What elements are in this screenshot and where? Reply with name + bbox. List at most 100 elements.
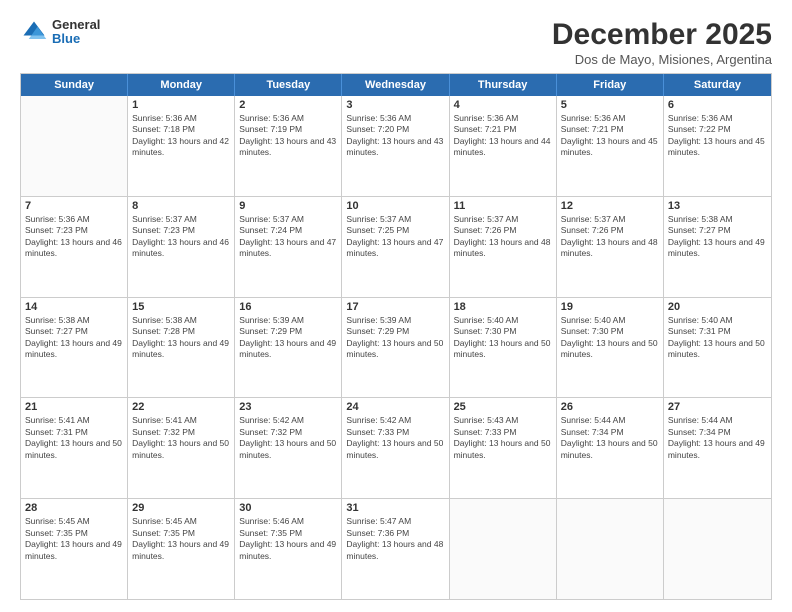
cell-info: Sunrise: 5:36 AMSunset: 7:22 PMDaylight:…: [668, 113, 767, 159]
day-number: 19: [561, 301, 659, 313]
cell-info: Sunrise: 5:39 AMSunset: 7:29 PMDaylight:…: [239, 315, 337, 361]
cell-info: Sunrise: 5:41 AMSunset: 7:32 PMDaylight:…: [132, 415, 230, 461]
calendar-cell: 7 Sunrise: 5:36 AMSunset: 7:23 PMDaylight…: [21, 197, 128, 297]
cell-info: Sunrise: 5:36 AMSunset: 7:19 PMDaylight:…: [239, 113, 337, 159]
day-number: 29: [132, 502, 230, 514]
day-number: 24: [346, 401, 444, 413]
calendar-cell: 29 Sunrise: 5:45 AMSunset: 7:35 PMDayligh…: [128, 499, 235, 599]
calendar: SundayMondayTuesdayWednesdayThursdayFrid…: [20, 73, 772, 600]
logo-general-text: General: [52, 18, 100, 32]
cell-info: Sunrise: 5:42 AMSunset: 7:33 PMDaylight:…: [346, 415, 444, 461]
cell-info: Sunrise: 5:38 AMSunset: 7:27 PMDaylight:…: [668, 214, 767, 260]
calendar-cell: 4 Sunrise: 5:36 AMSunset: 7:21 PMDaylight…: [450, 96, 557, 196]
calendar-day-header: Sunday: [21, 74, 128, 96]
calendar-cell: [557, 499, 664, 599]
cell-info: Sunrise: 5:47 AMSunset: 7:36 PMDaylight:…: [346, 516, 444, 562]
day-number: 10: [346, 200, 444, 212]
calendar-week-row: 14Sunrise: 5:38 AMSunset: 7:27 PMDayligh…: [21, 298, 771, 399]
day-number: 30: [239, 502, 337, 514]
cell-info: Sunrise: 5:46 AMSunset: 7:35 PMDaylight:…: [239, 516, 337, 562]
day-number: 15: [132, 301, 230, 313]
day-number: 3: [346, 99, 444, 111]
calendar-cell: [21, 96, 128, 196]
day-number: 21: [25, 401, 123, 413]
subtitle: Dos de Mayo, Misiones, Argentina: [552, 52, 772, 67]
cell-info: Sunrise: 5:36 AMSunset: 7:18 PMDaylight:…: [132, 113, 230, 159]
cell-info: Sunrise: 5:40 AMSunset: 7:30 PMDaylight:…: [561, 315, 659, 361]
title-block: December 2025 Dos de Mayo, Misiones, Arg…: [552, 18, 772, 67]
calendar-cell: 6 Sunrise: 5:36 AMSunset: 7:22 PMDaylight…: [664, 96, 771, 196]
logo-icon: [20, 18, 48, 46]
calendar-cell: [450, 499, 557, 599]
day-number: 26: [561, 401, 659, 413]
calendar-cell: 21Sunrise: 5:41 AMSunset: 7:31 PMDayligh…: [21, 398, 128, 498]
calendar-cell: 22Sunrise: 5:41 AMSunset: 7:32 PMDayligh…: [128, 398, 235, 498]
day-number: 7: [25, 200, 123, 212]
cell-info: Sunrise: 5:36 AMSunset: 7:21 PMDaylight:…: [561, 113, 659, 159]
cell-info: Sunrise: 5:45 AMSunset: 7:35 PMDaylight:…: [132, 516, 230, 562]
calendar-cell: 13Sunrise: 5:38 AMSunset: 7:27 PMDayligh…: [664, 197, 771, 297]
cell-info: Sunrise: 5:37 AMSunset: 7:26 PMDaylight:…: [561, 214, 659, 260]
calendar-cell: 2 Sunrise: 5:36 AMSunset: 7:19 PMDaylight…: [235, 96, 342, 196]
calendar-cell: 20Sunrise: 5:40 AMSunset: 7:31 PMDayligh…: [664, 298, 771, 398]
calendar-cell: 17Sunrise: 5:39 AMSunset: 7:29 PMDayligh…: [342, 298, 449, 398]
calendar-cell: 10 Sunrise: 5:37 AMSunset: 7:25 PMDayligh…: [342, 197, 449, 297]
day-number: 1: [132, 99, 230, 111]
calendar-cell: [664, 499, 771, 599]
cell-info: Sunrise: 5:38 AMSunset: 7:28 PMDaylight:…: [132, 315, 230, 361]
calendar-week-row: 21Sunrise: 5:41 AMSunset: 7:31 PMDayligh…: [21, 398, 771, 499]
logo-text: General Blue: [52, 18, 100, 47]
calendar-day-header: Monday: [128, 74, 235, 96]
cell-info: Sunrise: 5:37 AMSunset: 7:26 PMDaylight:…: [454, 214, 552, 260]
calendar-cell: 3 Sunrise: 5:36 AMSunset: 7:20 PMDaylight…: [342, 96, 449, 196]
calendar-cell: 16Sunrise: 5:39 AMSunset: 7:29 PMDayligh…: [235, 298, 342, 398]
calendar-cell: 5Sunrise: 5:36 AMSunset: 7:21 PMDaylight…: [557, 96, 664, 196]
calendar-header-row: SundayMondayTuesdayWednesdayThursdayFrid…: [21, 74, 771, 96]
cell-info: Sunrise: 5:43 AMSunset: 7:33 PMDaylight:…: [454, 415, 552, 461]
day-number: 11: [454, 200, 552, 212]
day-number: 4: [454, 99, 552, 111]
calendar-day-header: Wednesday: [342, 74, 449, 96]
cell-info: Sunrise: 5:37 AMSunset: 7:25 PMDaylight:…: [346, 214, 444, 260]
day-number: 23: [239, 401, 337, 413]
calendar-cell: 12 Sunrise: 5:37 AMSunset: 7:26 PMDayligh…: [557, 197, 664, 297]
cell-info: Sunrise: 5:37 AMSunset: 7:24 PMDaylight:…: [239, 214, 337, 260]
calendar-cell: 23Sunrise: 5:42 AMSunset: 7:32 PMDayligh…: [235, 398, 342, 498]
day-number: 2: [239, 99, 337, 111]
day-number: 18: [454, 301, 552, 313]
day-number: 25: [454, 401, 552, 413]
calendar-body: 1 Sunrise: 5:36 AMSunset: 7:18 PMDaylight…: [21, 96, 771, 599]
cell-info: Sunrise: 5:36 AMSunset: 7:20 PMDaylight:…: [346, 113, 444, 159]
page: General Blue December 2025 Dos de Mayo, …: [0, 0, 792, 612]
cell-info: Sunrise: 5:39 AMSunset: 7:29 PMDaylight:…: [346, 315, 444, 361]
calendar-cell: 8Sunrise: 5:37 AMSunset: 7:23 PMDaylight…: [128, 197, 235, 297]
calendar-cell: 18Sunrise: 5:40 AMSunset: 7:30 PMDayligh…: [450, 298, 557, 398]
day-number: 6: [668, 99, 767, 111]
day-number: 28: [25, 502, 123, 514]
calendar-week-row: 7 Sunrise: 5:36 AMSunset: 7:23 PMDaylight…: [21, 197, 771, 298]
day-number: 14: [25, 301, 123, 313]
cell-info: Sunrise: 5:36 AMSunset: 7:23 PMDaylight:…: [25, 214, 123, 260]
cell-info: Sunrise: 5:44 AMSunset: 7:34 PMDaylight:…: [561, 415, 659, 461]
calendar-day-header: Tuesday: [235, 74, 342, 96]
calendar-cell: 24 Sunrise: 5:42 AMSunset: 7:33 PMDayligh…: [342, 398, 449, 498]
logo: General Blue: [20, 18, 100, 47]
cell-info: Sunrise: 5:37 AMSunset: 7:23 PMDaylight:…: [132, 214, 230, 260]
cell-info: Sunrise: 5:45 AMSunset: 7:35 PMDaylight:…: [25, 516, 123, 562]
day-number: 9: [239, 200, 337, 212]
logo-blue-text: Blue: [52, 32, 100, 46]
cell-info: Sunrise: 5:36 AMSunset: 7:21 PMDaylight:…: [454, 113, 552, 159]
cell-info: Sunrise: 5:44 AMSunset: 7:34 PMDaylight:…: [668, 415, 767, 461]
calendar-cell: 30 Sunrise: 5:46 AMSunset: 7:35 PMDayligh…: [235, 499, 342, 599]
calendar-day-header: Saturday: [664, 74, 771, 96]
calendar-cell: 1 Sunrise: 5:36 AMSunset: 7:18 PMDaylight…: [128, 96, 235, 196]
day-number: 20: [668, 301, 767, 313]
day-number: 12: [561, 200, 659, 212]
calendar-week-row: 1 Sunrise: 5:36 AMSunset: 7:18 PMDaylight…: [21, 96, 771, 197]
calendar-cell: 14Sunrise: 5:38 AMSunset: 7:27 PMDayligh…: [21, 298, 128, 398]
calendar-week-row: 28 Sunrise: 5:45 AMSunset: 7:35 PMDayligh…: [21, 499, 771, 599]
calendar-cell: 9 Sunrise: 5:37 AMSunset: 7:24 PMDaylight…: [235, 197, 342, 297]
calendar-cell: 25 Sunrise: 5:43 AMSunset: 7:33 PMDayligh…: [450, 398, 557, 498]
month-title: December 2025: [552, 18, 772, 52]
calendar-cell: 28 Sunrise: 5:45 AMSunset: 7:35 PMDayligh…: [21, 499, 128, 599]
